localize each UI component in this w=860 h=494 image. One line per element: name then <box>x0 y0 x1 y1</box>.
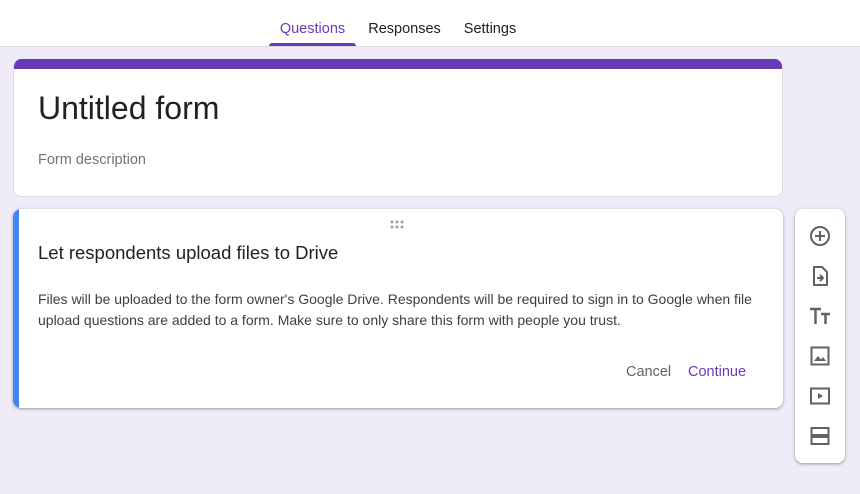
dialog-title: Let respondents upload files to Drive <box>38 242 339 263</box>
file-upload-dialog-card: Let respondents upload files to Drive Fi… <box>13 209 783 408</box>
section-icon[interactable] <box>808 424 832 448</box>
form-title[interactable]: Untitled form <box>38 90 219 127</box>
continue-button[interactable]: Continue <box>688 362 746 382</box>
form-header-card: Untitled form Form description <box>13 59 783 197</box>
import-questions-icon[interactable] <box>808 264 832 288</box>
form-description-field[interactable]: Form description <box>38 152 146 168</box>
top-tab-bar: Questions Responses Settings <box>0 0 860 47</box>
video-icon[interactable] <box>808 384 832 408</box>
focus-indicator-bar <box>13 209 19 408</box>
header-accent-bar <box>14 59 782 69</box>
dialog-body-text: Files will be uploaded to the form owner… <box>38 291 752 328</box>
title-text-icon[interactable] <box>808 304 832 328</box>
tab-responses[interactable]: Responses <box>362 0 447 47</box>
cancel-button[interactable]: Cancel <box>626 362 671 382</box>
tab-settings[interactable]: Settings <box>456 0 524 47</box>
image-icon[interactable] <box>808 344 832 368</box>
drag-handle-icon[interactable] <box>389 217 405 229</box>
tab-questions[interactable]: Questions <box>269 0 356 47</box>
active-tab-indicator <box>269 43 356 46</box>
floating-toolbar <box>795 209 845 463</box>
add-circle-icon[interactable] <box>808 224 832 248</box>
